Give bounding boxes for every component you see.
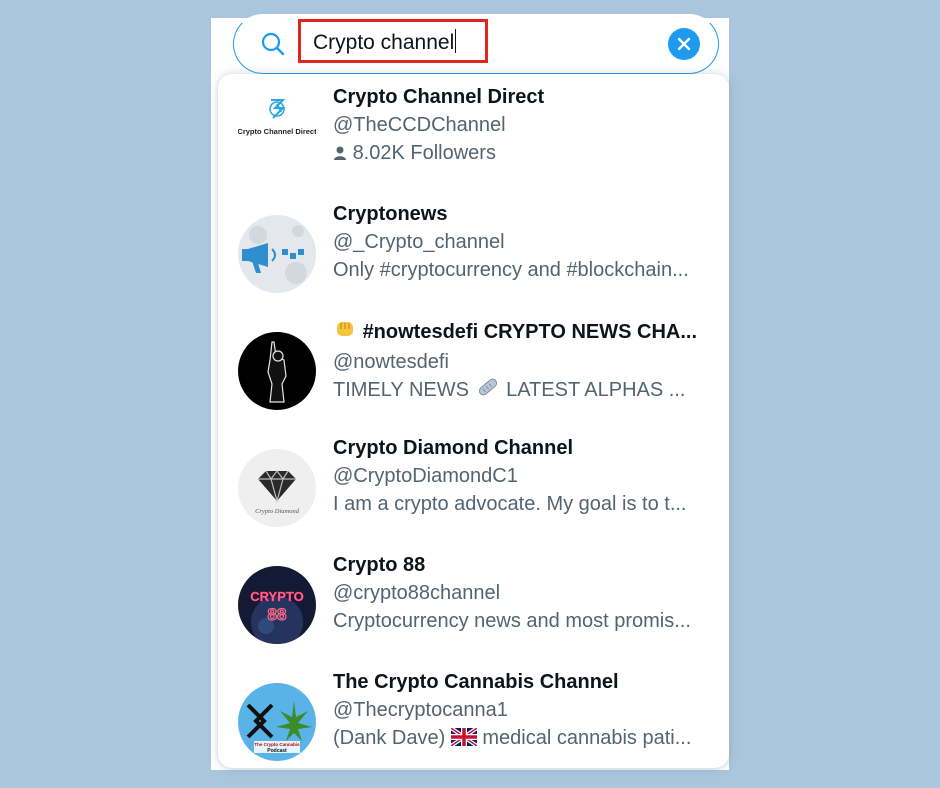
newspaper-icon [475,376,501,406]
avatar-logo-text: CRYPTO [250,589,303,604]
search-panel: Crypto channel Crypto Channel Direct Cry… [211,14,729,770]
search-input-highlight[interactable]: Crypto channel [298,19,488,63]
result-followers: 8.02K Followers [333,139,723,169]
text-caret [455,29,457,53]
avatar-logo-subtext: Podcast [267,748,287,754]
search-bar[interactable]: Crypto channel [233,14,719,74]
result-name: Crypto 88 [333,554,426,576]
avatar: Crypto Diamond [238,449,316,527]
search-result-item[interactable]: Cryptonews @_Crypto_channel Only #crypto… [218,191,729,308]
result-handle: @Thecryptocanna1 [333,699,508,721]
avatar-logo-text: The Crypto Cannabis [254,742,300,747]
result-handle: @nowtesdefi [333,351,449,373]
search-result-item[interactable]: #nowtesdefi CRYPTO NEWS CHA... @nowtesde… [218,308,729,425]
search-result-item[interactable]: CRYPTO 88 Crypto 88 @crypto88channel Cry… [218,542,729,659]
raised-fist-icon [333,318,357,347]
avatar-logo-text: Crypto Channel Direct [238,127,316,136]
search-result-item[interactable]: Crypto Channel Direct Crypto Channel Dir… [218,74,729,191]
result-name: Crypto Diamond Channel [333,437,574,459]
result-description: Only #cryptocurrency and #blockchain... [333,259,689,281]
result-name: Cryptonews [333,203,448,225]
result-name: The Crypto Cannabis Channel [333,671,619,693]
avatar-logo-number: 88 [268,605,287,624]
result-description: TIMELY NEWS LATEST ALPHAS ... [333,376,723,406]
search-result-item[interactable]: The Crypto Cannabis Podcast The Crypto C… [218,659,729,776]
uk-flag-icon [449,726,478,754]
person-icon [333,141,347,169]
avatar [238,332,316,410]
result-handle: @TheCCDChannel [333,114,506,136]
clear-search-button[interactable] [668,28,700,60]
search-icon [260,31,286,57]
search-result-item[interactable]: Crypto Diamond Crypto Diamond Channel @C… [218,425,729,542]
search-input[interactable]: Crypto channel [313,29,457,55]
avatar-logo-text: Crypto Diamond [255,508,300,515]
result-handle: @_Crypto_channel [333,231,505,253]
result-name: Crypto Channel Direct [333,86,545,108]
result-name: #nowtesdefi CRYPTO NEWS CHA... [333,318,723,347]
avatar: CRYPTO 88 [238,566,316,644]
search-results-dropdown: Crypto Channel Direct Crypto Channel Dir… [218,74,729,768]
avatar: Crypto Channel Direct [238,82,316,160]
result-handle: @CryptoDiamondC1 [333,465,518,487]
result-description: Cryptocurrency news and most promis... [333,610,691,632]
avatar: The Crypto Cannabis Podcast [238,683,316,761]
result-description: I am a crypto advocate. My goal is to t.… [333,493,687,515]
result-handle: @crypto88channel [333,582,501,604]
result-description: (Dank Dave) medical cannabis pati... [333,724,723,754]
avatar [238,215,316,293]
close-icon [677,37,691,51]
